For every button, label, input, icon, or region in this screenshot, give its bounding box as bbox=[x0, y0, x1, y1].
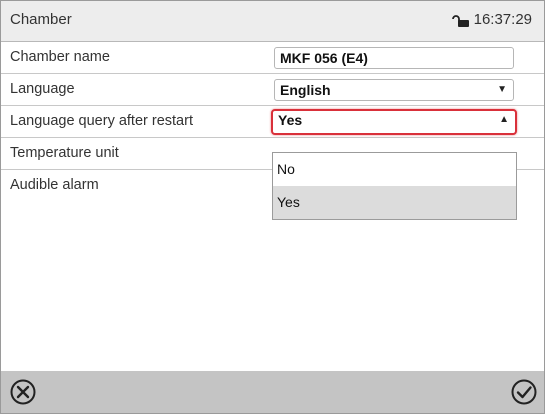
chevron-down-icon: ▼ bbox=[497, 84, 507, 95]
row-language-query: Language query after restart Yes ▲ bbox=[1, 106, 544, 138]
audible-alarm-label: Audible alarm bbox=[10, 177, 99, 193]
close-circle-icon[interactable] bbox=[9, 378, 37, 406]
language-label: Language bbox=[10, 81, 75, 97]
title-bar: Chamber 16:37:29 bbox=[1, 1, 544, 42]
row-chamber-name: Chamber name MKF 056 (E4) bbox=[1, 42, 544, 74]
chevron-up-icon: ▲ bbox=[499, 114, 509, 125]
row-language: Language English ▼ bbox=[1, 74, 544, 106]
language-query-label: Language query after restart bbox=[10, 113, 193, 129]
chamber-name-field[interactable]: MKF 056 (E4) bbox=[274, 47, 514, 69]
temperature-unit-label: Temperature unit bbox=[10, 145, 119, 161]
page-title: Chamber bbox=[10, 11, 72, 28]
language-value: English bbox=[280, 82, 331, 98]
language-select[interactable]: English ▼ bbox=[274, 79, 514, 101]
option-yes[interactable]: Yes bbox=[273, 186, 516, 219]
option-no[interactable]: No bbox=[273, 153, 516, 186]
language-query-select[interactable]: Yes ▲ bbox=[271, 109, 517, 135]
language-query-dropdown: No Yes bbox=[272, 152, 517, 220]
check-circle-icon[interactable] bbox=[510, 378, 538, 406]
chamber-name-label: Chamber name bbox=[10, 49, 110, 65]
clock-time: 16:37:29 bbox=[473, 11, 532, 28]
settings-window: Chamber 16:37:29 Chamber name MKF 056 (E… bbox=[0, 0, 545, 414]
footer-bar bbox=[1, 371, 544, 413]
status-area: 16:37:29 bbox=[451, 11, 532, 28]
language-query-value: Yes bbox=[278, 112, 303, 128]
lock-icon bbox=[451, 14, 469, 27]
